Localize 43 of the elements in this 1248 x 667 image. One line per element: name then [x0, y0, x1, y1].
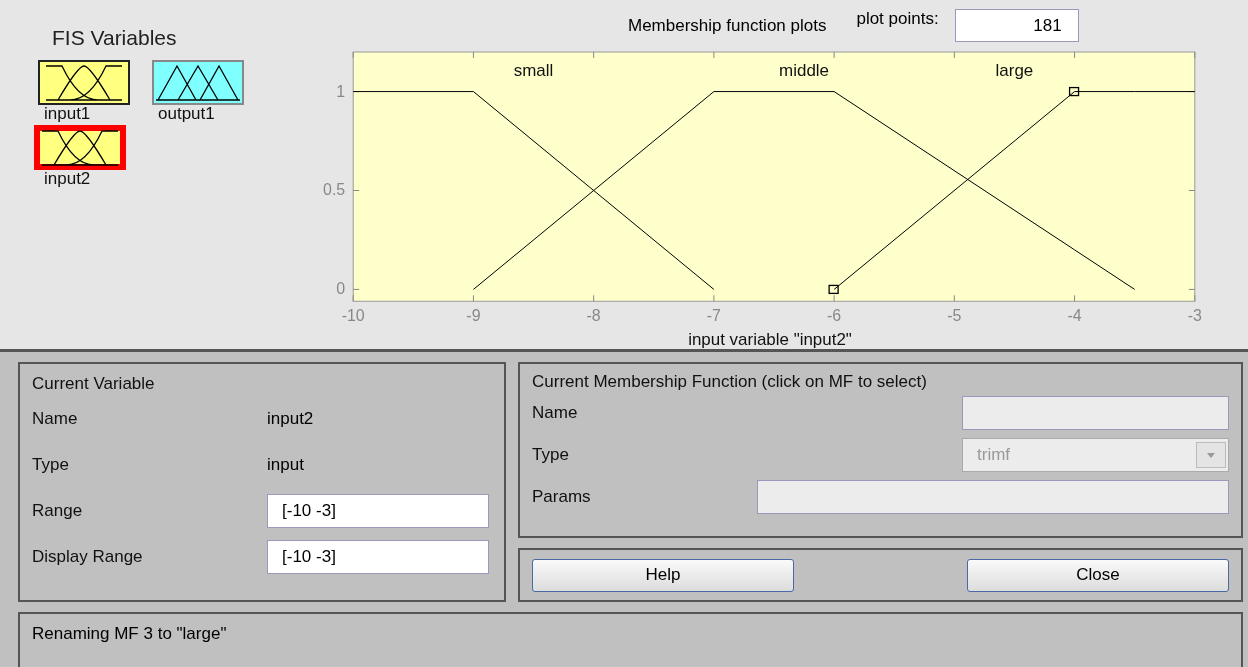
membership-curves-icon[interactable]: [38, 60, 130, 105]
plot-title: Membership function plots: [628, 15, 827, 36]
variable-label: output1: [158, 105, 215, 123]
x-axis-label: input variable "input2": [688, 330, 852, 349]
y-tick-label: 1: [336, 82, 346, 100]
x-tick-label: -4: [1067, 307, 1082, 325]
plot-points-label: plot points:: [856, 8, 939, 29]
curve-label: large: [995, 60, 1034, 80]
x-tick-label: -3: [1187, 307, 1203, 325]
curve-label: small: [513, 60, 554, 80]
dialog-button[interactable]: Help: [532, 558, 794, 592]
status-message: Renaming MF 3 to "large": [32, 624, 227, 643]
panel-title: Current Membership Function (click on MF to select): [532, 372, 928, 392]
curve-label: middle: [779, 60, 829, 80]
y-tick-label: 0.5: [323, 181, 346, 199]
panel-title: Current Variable: [32, 374, 156, 394]
field-label: Type: [32, 455, 70, 475]
membership-curve[interactable]: [828, 86, 1196, 294]
input-field[interactable]: [-10 -3]: [267, 494, 489, 528]
variable-label: input1: [44, 105, 91, 123]
field-label: Name: [32, 409, 79, 429]
field-label: Type: [532, 445, 569, 465]
x-tick-label: -10: [341, 307, 365, 325]
x-tick-label: -6: [827, 307, 842, 325]
x-tick-label: -9: [466, 307, 481, 325]
dialog-button[interactable]: Close: [967, 558, 1229, 592]
section-title: FIS Variables: [52, 26, 178, 50]
membership-curves-icon[interactable]: [34, 125, 126, 170]
field-value: input: [267, 455, 304, 475]
field-label: Params: [532, 487, 591, 507]
field-label: Name: [532, 403, 578, 423]
y-axis: 0 0.5 1: [323, 82, 1196, 298]
variable-label: input2: [44, 170, 91, 188]
field-value: input2: [267, 409, 314, 429]
triangle-membership-icon[interactable]: [152, 60, 244, 105]
input-field[interactable]: [-10 -3]: [267, 540, 489, 574]
y-tick-label: 0: [336, 280, 346, 298]
x-tick-label: -5: [947, 307, 962, 325]
field-label: Display Range: [32, 547, 144, 567]
x-tick-label: -8: [586, 307, 601, 325]
x-tick-label: -7: [706, 307, 722, 325]
field-label: Range: [32, 501, 84, 521]
plot-points-field[interactable]: 181: [954, 9, 1079, 43]
